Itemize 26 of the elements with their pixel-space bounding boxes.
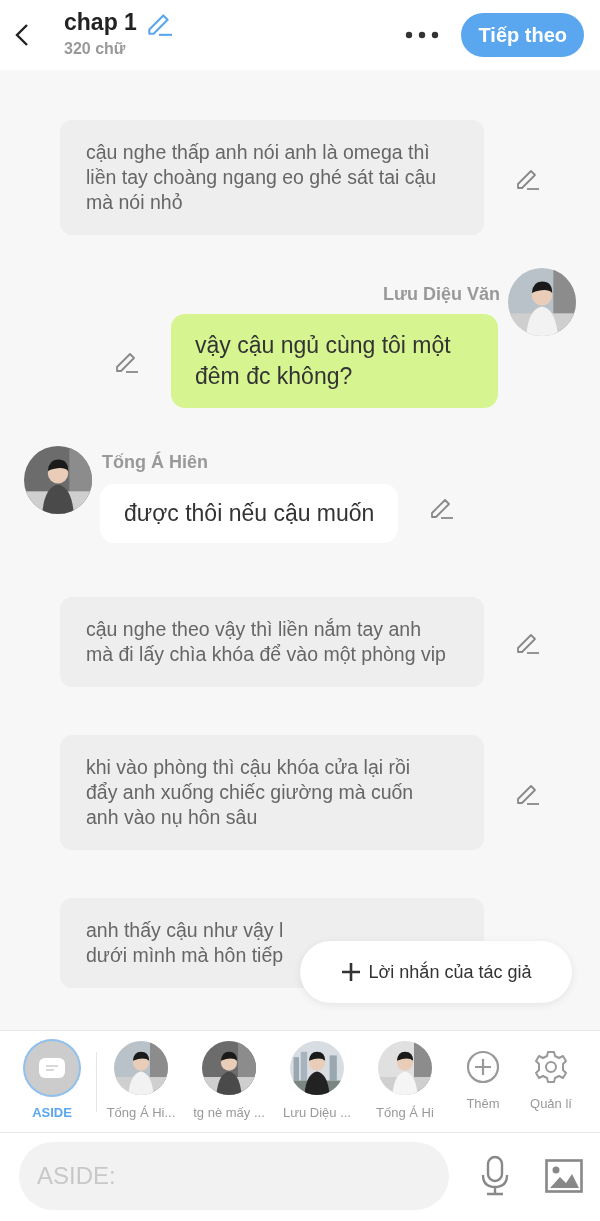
image-icon[interactable] xyxy=(545,1159,583,1193)
character-tab[interactable]: Tống Á Hi... xyxy=(97,1040,185,1123)
message-icon xyxy=(39,1057,65,1078)
toolbar-button[interactable]: Quản lí xyxy=(517,1049,585,1114)
narration-text: cậu nghe theo vậy thì liền nắm tay anh mà đi lấy chìa khóa để vào một phòng vip xyxy=(60,597,484,687)
toolbar-button[interactable]: Thêm xyxy=(449,1049,517,1114)
character-tab[interactable]: ASIDE xyxy=(8,1040,96,1123)
narration-text: khi vào phòng thì cậu khóa cửa lại rồi đẩy anh xuống chiếc giường mà cuốn anh vào nụ hôn sâu xyxy=(60,735,484,850)
plus-icon xyxy=(340,962,361,982)
character-tab[interactable]: tg nè mấy ... xyxy=(185,1040,273,1123)
add-icon xyxy=(466,1049,500,1084)
speaker-name: Tống Á Hiên xyxy=(102,450,209,474)
author-note-button[interactable]: Lời nhắn của tác giả xyxy=(300,941,572,1003)
chapter-title: chap 1 xyxy=(64,10,137,36)
next-button[interactable]: Tiếp theo xyxy=(461,13,584,57)
settings-icon xyxy=(534,1049,568,1084)
character-tab[interactable]: Lưu Diệu ... xyxy=(273,1040,361,1123)
character-tab[interactable]: Tống Á Hi xyxy=(361,1040,449,1123)
more-icon[interactable] xyxy=(405,31,440,39)
back-icon[interactable] xyxy=(14,22,30,48)
speaker-name: Lưu Diệu Văn xyxy=(382,283,500,306)
message-bubble: vậy cậu ngủ cùng tôi một đêm đc không? xyxy=(171,314,498,408)
word-count: 320 chữ xyxy=(64,39,127,59)
message-bubble: được thôi nếu cậu muốn xyxy=(100,484,399,543)
microphone-icon[interactable] xyxy=(479,1155,511,1197)
narration-text: cậu nghe thấp anh nói anh là omega thì liền tay choàng ngang eo ghé sát tai cậu mà nói nhỏ xyxy=(60,120,484,235)
